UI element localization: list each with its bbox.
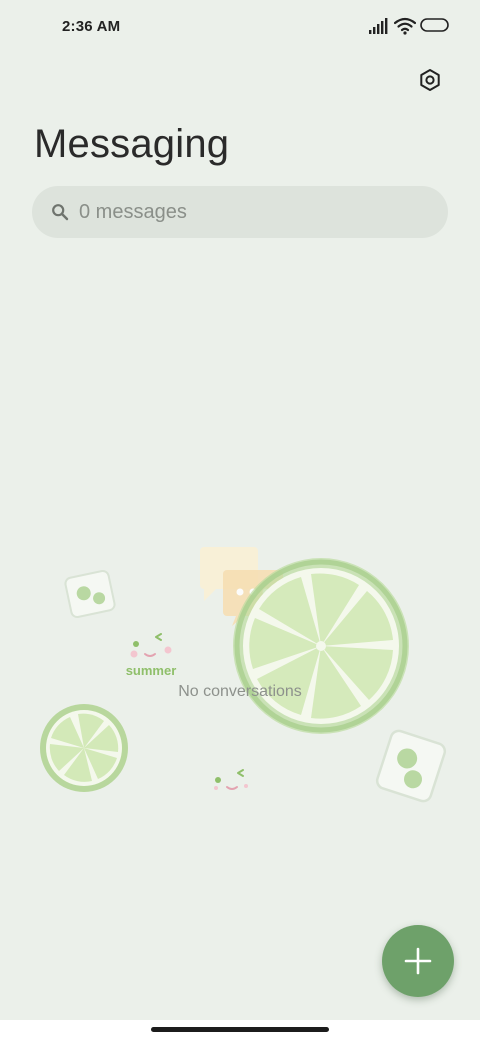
page-title: Messaging bbox=[34, 122, 230, 166]
plus-icon bbox=[404, 947, 432, 975]
search-bar[interactable]: 0 messages bbox=[32, 186, 448, 238]
wifi-icon bbox=[394, 17, 416, 35]
battery-icon bbox=[420, 18, 449, 32]
small-face-icon bbox=[214, 769, 248, 790]
empty-state-text: No conversations bbox=[178, 683, 302, 700]
status-bar: 2:36 AM bbox=[0, 0, 480, 56]
ice-cube-small bbox=[64, 569, 116, 619]
settings-icon bbox=[420, 69, 440, 91]
ice-cube-large bbox=[375, 729, 447, 803]
summer-face-icon: summer bbox=[126, 633, 177, 678]
signal-icon bbox=[369, 18, 388, 34]
summer-label: summer bbox=[126, 663, 177, 678]
status-time: 2:36 AM bbox=[62, 18, 121, 35]
new-conversation-button[interactable] bbox=[382, 925, 454, 997]
search-icon bbox=[51, 203, 69, 221]
home-indicator[interactable] bbox=[151, 1027, 329, 1032]
settings-button[interactable] bbox=[412, 62, 448, 98]
navigation-bar bbox=[0, 1020, 480, 1040]
empty-state-illustration: summer bbox=[40, 547, 447, 803]
lime-slice-large bbox=[233, 558, 409, 734]
search-placeholder: 0 messages bbox=[79, 201, 187, 223]
lime-slice-small bbox=[40, 704, 128, 792]
